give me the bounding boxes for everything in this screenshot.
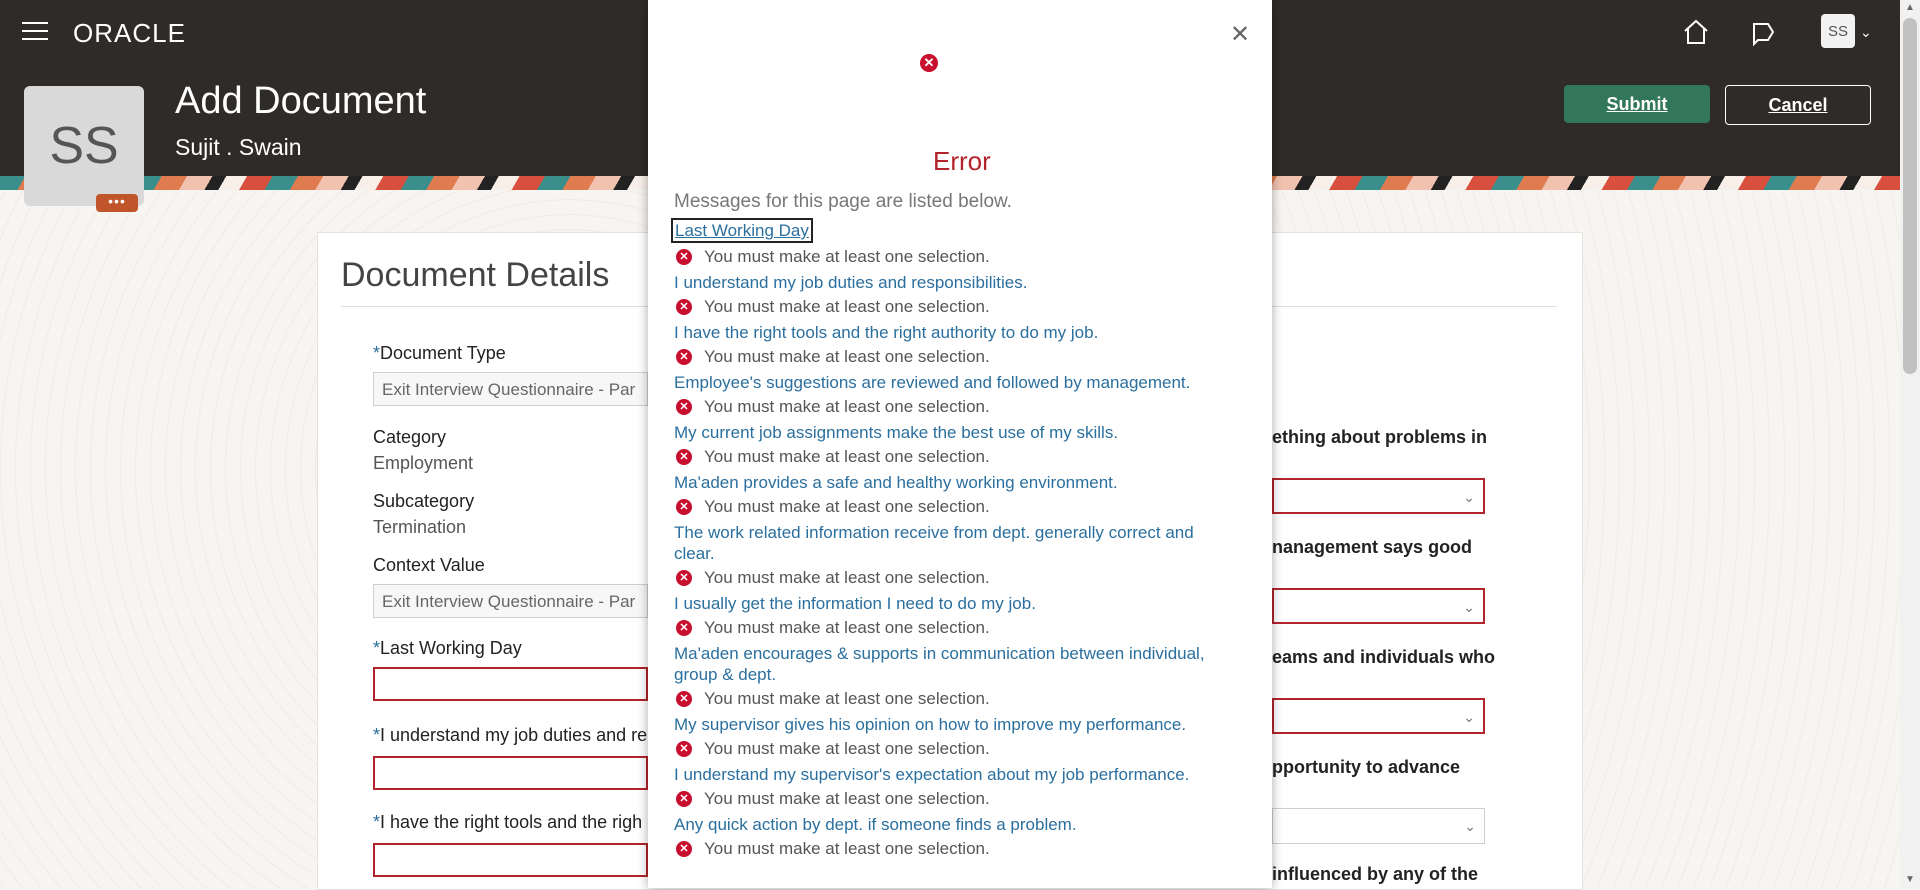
error-icon: ✕ bbox=[676, 691, 692, 707]
error-icon: ✕ bbox=[676, 449, 692, 465]
error-icon: ✕ bbox=[676, 741, 692, 757]
error-message: ✕ You must make at least one selection. bbox=[674, 687, 1234, 711]
error-icon: ✕ bbox=[676, 499, 692, 515]
error-message: ✕ You must make at least one selection. bbox=[674, 616, 1234, 640]
error-message: ✕ You must make at least one selection. bbox=[674, 245, 1234, 269]
scroll-up-icon[interactable]: ▲ bbox=[1905, 2, 1915, 13]
question-label-3: eams and individuals who bbox=[1272, 647, 1496, 667]
question-label-4: pportunity to advance bbox=[1272, 757, 1461, 777]
error-link[interactable]: I have the right tools and the right aut… bbox=[674, 322, 1234, 343]
error-icon: ✕ bbox=[676, 570, 692, 586]
scroll-down-icon[interactable]: ▼ bbox=[1905, 874, 1915, 885]
error-link[interactable]: Last Working Day bbox=[671, 218, 813, 243]
question-select-2[interactable]: ⌄ bbox=[1272, 588, 1485, 624]
error-message: ✕ You must make at least one selection. bbox=[674, 737, 1234, 761]
error-icon: ✕ bbox=[676, 791, 692, 807]
question-select-4[interactable]: ⌄ bbox=[1272, 808, 1485, 844]
context-value-select[interactable]: Exit Interview Questionnaire - Par bbox=[373, 584, 648, 618]
error-icon: ✕ bbox=[676, 349, 692, 365]
error-icon: ✕ bbox=[676, 841, 692, 857]
scroll-thumb[interactable] bbox=[1903, 18, 1917, 374]
document-type-select[interactable]: Exit Interview Questionnaire - Par bbox=[373, 372, 648, 406]
error-icon: ✕ bbox=[920, 54, 938, 72]
error-icon: ✕ bbox=[676, 299, 692, 315]
error-icon: ✕ bbox=[676, 620, 692, 636]
card-title: Document Details bbox=[341, 256, 610, 294]
home-icon[interactable] bbox=[1680, 16, 1712, 48]
error-message: ✕ You must make at least one selection. bbox=[674, 395, 1234, 419]
error-message: ✕ You must make at least one selection. bbox=[674, 787, 1234, 811]
error-link[interactable]: Ma'aden provides a safe and healthy work… bbox=[674, 472, 1234, 493]
error-message: ✕ You must make at least one selection. bbox=[674, 495, 1234, 519]
chevron-down-icon: ⌄ bbox=[1463, 599, 1475, 615]
error-icon: ✕ bbox=[676, 399, 692, 415]
error-icon: ✕ bbox=[676, 249, 692, 265]
error-link[interactable]: Ma'aden encourages & supports in communi… bbox=[674, 643, 1234, 685]
question-select-1[interactable]: ⌄ bbox=[1272, 478, 1485, 514]
chevron-down-icon: ⌄ bbox=[1463, 489, 1475, 505]
right-tools-select[interactable] bbox=[373, 843, 648, 877]
right-tools-label: *I have the right tools and the righ bbox=[373, 812, 643, 832]
person-avatar: SS bbox=[24, 86, 144, 206]
error-link[interactable]: My current job assignments make the best… bbox=[674, 422, 1234, 443]
user-menu-chevron-icon[interactable]: ⌄ bbox=[1860, 24, 1872, 41]
category-value: Employment bbox=[373, 453, 474, 473]
error-link[interactable]: My supervisor gives his opinion on how t… bbox=[674, 714, 1234, 735]
error-message-list: Last Working Day ✕ You must make at least… bbox=[671, 215, 1234, 861]
question-label-1: ething about problems in bbox=[1272, 427, 1487, 447]
error-link[interactable]: Any quick action by dept. if someone fin… bbox=[674, 814, 1234, 835]
subcategory-value: Termination bbox=[373, 517, 467, 537]
cancel-button[interactable]: Cancel bbox=[1725, 85, 1871, 125]
submit-button[interactable]: Submit bbox=[1564, 85, 1710, 123]
document-type-label: *Document Type bbox=[373, 343, 506, 363]
user-avatar-small[interactable]: SS bbox=[1821, 14, 1855, 48]
menu-icon[interactable] bbox=[22, 22, 48, 42]
dialog-title: Error bbox=[933, 146, 991, 176]
error-message: ✕ You must make at least one selection. bbox=[674, 566, 1234, 590]
page-title: Add Document bbox=[175, 80, 427, 122]
context-value-label: Context Value bbox=[373, 555, 485, 575]
chevron-down-icon: ⌄ bbox=[1464, 818, 1476, 834]
last-working-day-input[interactable] bbox=[373, 667, 648, 701]
error-message: ✕ You must make at least one selection. bbox=[674, 295, 1234, 319]
understand-duties-select[interactable] bbox=[373, 756, 648, 790]
notifications-icon[interactable] bbox=[1746, 16, 1778, 48]
question-label-2: nanagement says good bbox=[1272, 537, 1473, 557]
question-label-5: influenced by any of the bbox=[1272, 864, 1479, 884]
more-actions-button[interactable]: ••• bbox=[96, 194, 138, 212]
close-icon[interactable]: ✕ bbox=[1230, 20, 1250, 49]
error-link[interactable]: Employee's suggestions are reviewed and … bbox=[674, 372, 1234, 393]
understand-duties-label: *I understand my job duties and re bbox=[373, 725, 648, 745]
error-link[interactable]: I usually get the information I need to … bbox=[674, 593, 1234, 614]
oracle-logo[interactable]: ORACLE bbox=[73, 18, 186, 49]
chevron-down-icon: ⌄ bbox=[1463, 709, 1475, 725]
question-select-3[interactable]: ⌄ bbox=[1272, 698, 1485, 734]
error-message: ✕ You must make at least one selection. bbox=[674, 445, 1234, 469]
error-link[interactable]: The work related information receive fro… bbox=[674, 522, 1234, 564]
error-message: ✕ You must make at least one selection. bbox=[674, 345, 1234, 369]
subcategory-label: Subcategory bbox=[373, 491, 475, 511]
dialog-subtitle: Messages for this page are listed below. bbox=[674, 191, 1012, 212]
error-message: ✕ You must make at least one selection. bbox=[674, 837, 1234, 861]
error-link[interactable]: I understand my job duties and responsib… bbox=[674, 272, 1234, 293]
last-working-day-label: *Last Working Day bbox=[373, 638, 522, 658]
error-link[interactable]: I understand my supervisor's expectation… bbox=[674, 764, 1234, 785]
category-label: Category bbox=[373, 427, 447, 447]
person-name: Sujit . Swain bbox=[175, 134, 302, 160]
